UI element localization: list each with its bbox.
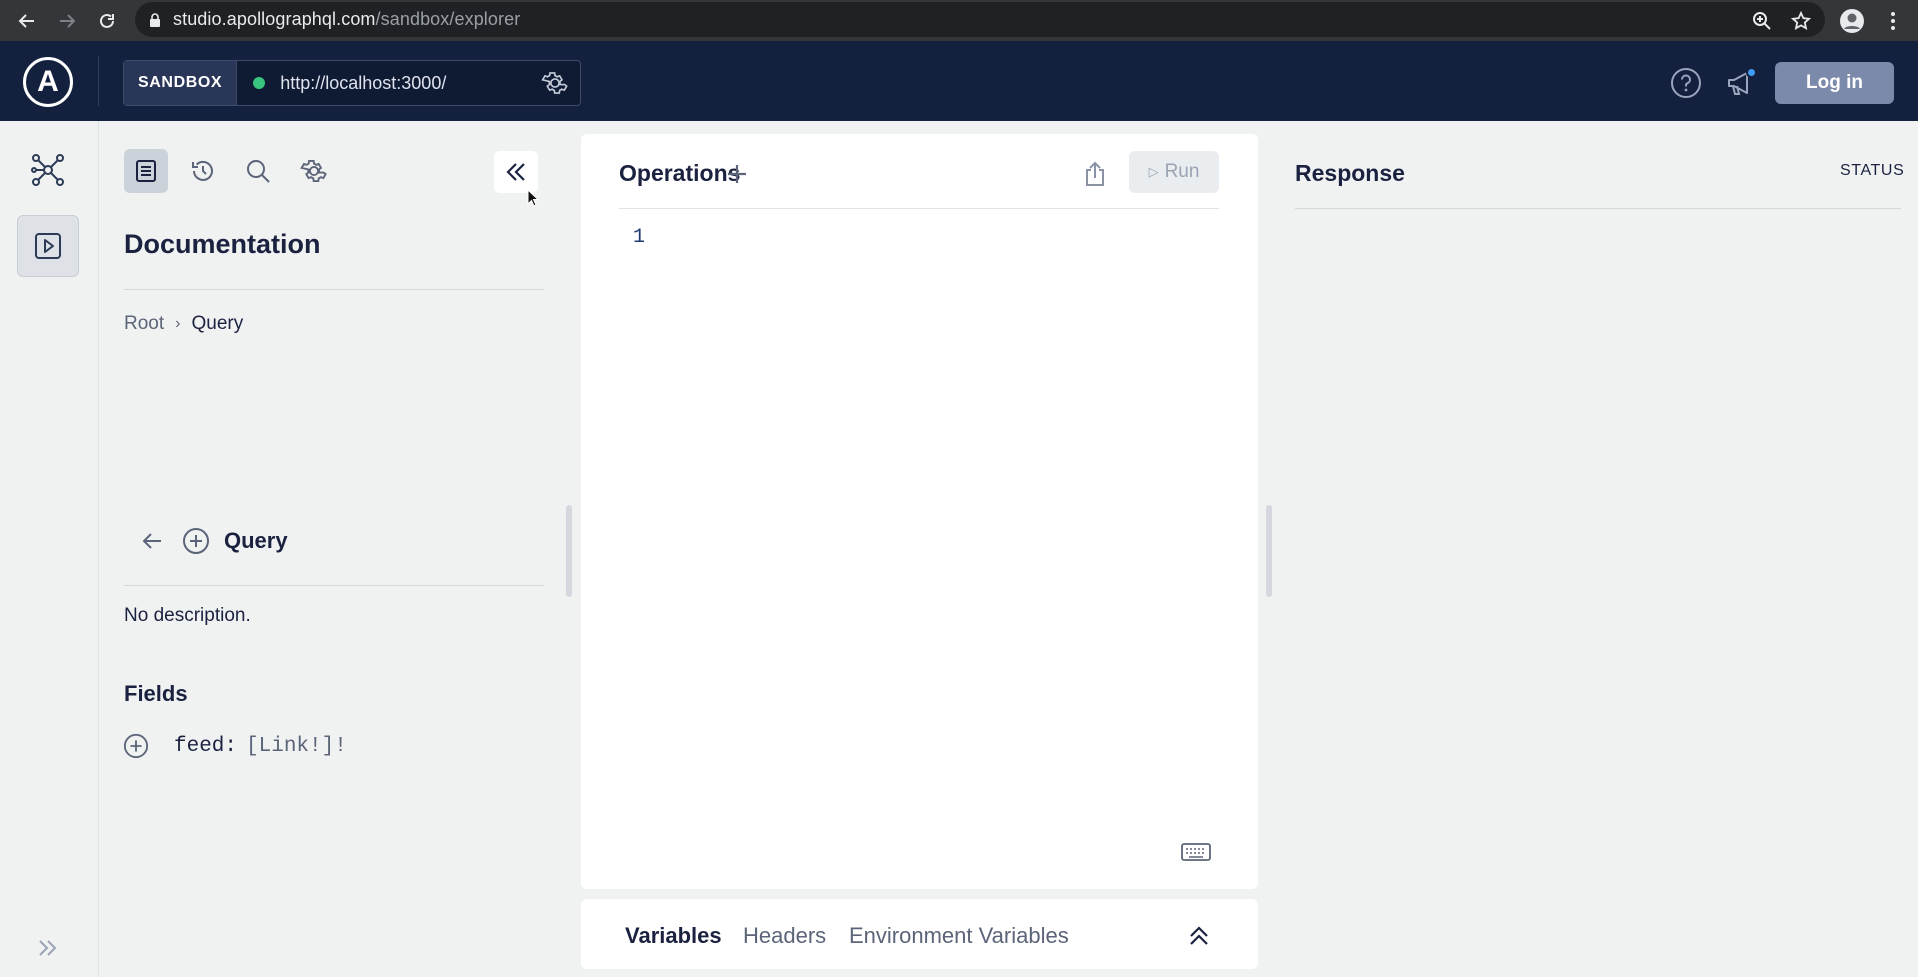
sandbox-badge: SANDBOX	[124, 61, 238, 105]
breadcrumb-separator: ›	[175, 315, 181, 332]
bookmark-star-icon[interactable]	[1784, 0, 1818, 41]
add-circle-icon[interactable]	[182, 527, 210, 555]
header-divider	[98, 56, 99, 106]
editor-line-number: 1	[633, 226, 646, 249]
tab-variables[interactable]: Variables	[625, 923, 722, 949]
logo-letter: A	[37, 65, 59, 98]
type-header: Query	[140, 521, 288, 561]
announcements-megaphone-icon[interactable]	[1723, 65, 1759, 101]
add-operation-plus-icon[interactable]	[719, 156, 755, 192]
run-play-icon: ▷	[1148, 164, 1159, 179]
ops-resize-handle[interactable]	[1266, 505, 1272, 597]
browser-toolbar: studio.apollographql.com/sandbox/explore…	[0, 0, 1918, 41]
tab-environment-variables[interactable]: Environment Variables	[849, 923, 1069, 949]
notification-dot	[1746, 67, 1757, 78]
keyboard-shortcuts-icon[interactable]	[1181, 842, 1211, 862]
documentation-title: Documentation	[124, 229, 321, 259]
connection-status-dot	[253, 77, 266, 89]
documentation-icon[interactable]	[124, 149, 168, 193]
left-rail	[0, 121, 99, 977]
forward-arrow-icon[interactable]	[50, 0, 84, 41]
documentation-panel: Documentation Root › Query Query No desc…	[100, 121, 562, 977]
double-chevron-up-icon[interactable]	[1179, 915, 1219, 955]
run-button[interactable]: ▷ Run	[1129, 151, 1219, 193]
breadcrumb-root[interactable]: Root	[124, 313, 164, 335]
back-arrow-icon[interactable]	[140, 530, 164, 552]
url-text: studio.apollographql.com/sandbox/explore…	[173, 9, 521, 29]
breadcrumb: Root › Query	[124, 313, 243, 335]
double-chevron-left-icon	[504, 161, 528, 183]
expand-sidebar-icon[interactable]	[17, 917, 79, 977]
explorer-play-icon[interactable]	[17, 215, 79, 277]
schema-icon[interactable]	[17, 139, 79, 201]
field-name[interactable]: feed:	[174, 735, 237, 758]
history-icon[interactable]	[181, 149, 225, 193]
run-label: Run	[1164, 161, 1200, 182]
type-description: No description.	[124, 605, 251, 626]
divider	[124, 289, 544, 290]
divider	[124, 585, 544, 586]
response-title: Response	[1295, 160, 1405, 186]
fields-heading: Fields	[124, 681, 188, 706]
connection-settings-gear-icon[interactable]	[541, 69, 569, 97]
operations-panel: Operations ▷ Run 1	[581, 134, 1258, 889]
divider	[1295, 208, 1901, 209]
divider	[619, 208, 1219, 209]
settings-gear-icon[interactable]	[292, 149, 336, 193]
type-name: Query	[224, 528, 288, 553]
tab-headers[interactable]: Headers	[743, 923, 826, 949]
add-field-circle-icon[interactable]	[123, 733, 149, 759]
share-icon[interactable]	[1075, 154, 1115, 194]
lock-icon	[149, 12, 161, 27]
mouse-cursor-icon	[527, 189, 539, 207]
help-icon[interactable]	[1668, 65, 1704, 101]
search-icon[interactable]	[236, 149, 280, 193]
back-arrow-icon[interactable]	[10, 0, 44, 41]
profile-avatar-icon[interactable]	[1835, 0, 1869, 41]
app-header: A SANDBOX http://localhost:3000/ Log in	[0, 41, 1918, 121]
endpoint-selector[interactable]: SANDBOX http://localhost:3000/	[123, 60, 581, 106]
collapse-panel-button[interactable]	[494, 151, 538, 193]
response-status-label: STATUS	[1840, 162, 1905, 179]
variables-bar: Variables Headers Environment Variables	[581, 899, 1258, 969]
reload-icon[interactable]	[90, 0, 124, 41]
apollo-logo[interactable]: A	[23, 57, 73, 107]
browser-menu-icon[interactable]	[1876, 0, 1910, 41]
docs-resize-handle[interactable]	[566, 505, 572, 597]
zoom-icon[interactable]	[1745, 0, 1779, 41]
endpoint-url[interactable]: http://localhost:3000/	[280, 73, 541, 94]
login-button[interactable]: Log in	[1775, 62, 1894, 104]
field-row[interactable]: feed: [Link!]!	[123, 733, 347, 759]
address-bar[interactable]: studio.apollographql.com/sandbox/explore…	[135, 2, 1825, 37]
field-type[interactable]: [Link!]!	[246, 735, 347, 758]
breadcrumb-current: Query	[191, 313, 244, 334]
